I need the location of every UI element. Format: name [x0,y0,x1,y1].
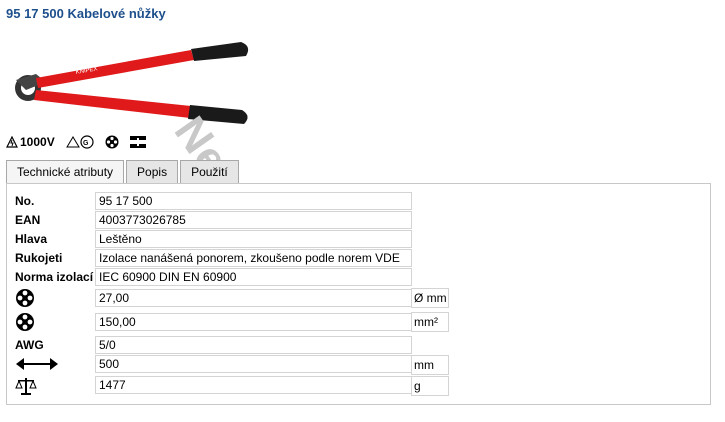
attribute-value: 27,00 [95,289,412,307]
cable-shears-image: KNIPEX [15,42,249,124]
attribute-value: Leštěno [95,230,412,248]
attribute-label: AWG [15,338,44,352]
attribute-unit: Ø mm [411,288,449,308]
attribute-value: 500 [95,355,412,373]
cable-cross-section-icon [16,313,34,331]
attribute-value: 150,00 [95,313,412,331]
tab-description[interactable]: Popis [126,160,179,183]
tab-usage[interactable]: Použití [180,160,239,183]
attribute-label: Norma izolací [15,270,94,284]
tab-technical-attributes[interactable]: Technické atributy [6,160,125,184]
attribute-label: Hlava [15,232,48,246]
cable-diameter-icon [16,289,34,307]
attributes-panel: No. 95 17 500 EAN 4003773026785 Hlava Le… [6,183,711,405]
gs-mark-icon: G [65,135,94,149]
tab-bar: Technické atributy Popis Použití [6,160,241,184]
attribute-value: 4003773026785 [95,211,412,229]
voltage-rating: 1000V [6,135,55,149]
attribute-unit: mm [411,355,449,375]
attribute-unit: mm² [411,312,449,332]
attribute-value: Izolace nanášená ponorem, zkoušeno podle… [95,249,412,267]
attribute-value: 95 17 500 [95,192,412,210]
cut-symbol-icon [129,136,146,148]
length-arrow-icon [16,358,58,370]
insulation-triangle-icon [6,136,18,148]
svg-text:G: G [83,140,89,147]
attribute-value: IEC 60900 DIN EN 60900 [95,268,412,286]
attribute-label: No. [15,194,35,208]
certification-icons: 1000V G [6,133,147,151]
attribute-value: 5/0 [95,336,412,354]
attribute-label: Rukojeti [15,251,63,265]
attribute-label: EAN [15,213,41,227]
attribute-unit: g [411,376,449,396]
page-title: 95 17 500 Kabelové nůžky [6,6,166,21]
cable-cross-section-icon [105,135,119,149]
weight-scale-icon [15,378,37,395]
attribute-value: 1477 [95,376,412,394]
